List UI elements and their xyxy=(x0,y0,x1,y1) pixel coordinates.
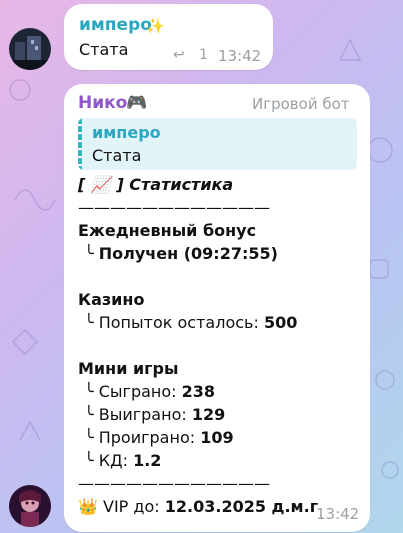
message-author[interactable]: Нико xyxy=(78,93,127,113)
bot-role-label: Игровой бот xyxy=(252,95,350,113)
daily-bonus-row: ╰ Получен (09:27:55) xyxy=(84,244,278,263)
stats-header: [ 📈 ] Статистика xyxy=(78,175,233,194)
mini-row-value: 1.2 xyxy=(133,451,162,470)
daily-bonus-value: Получен (09:27:55) xyxy=(98,244,278,263)
daily-bonus-title: Ежедневный бонус xyxy=(78,221,257,240)
vip-label: VIP до: xyxy=(103,497,160,516)
avatar-image-icon xyxy=(9,28,51,70)
reply-count: 1 xyxy=(199,47,208,63)
message-bubble[interactable]: Нико 🎮 Игровой бот имперо Стата [ 📈 ] Ст… xyxy=(64,84,370,532)
gamepad-icon: 🎮 xyxy=(126,93,148,113)
message-bubble[interactable]: имперо ✨ Стата ↩ 1 13:42 xyxy=(64,4,273,70)
quote-author: имперо xyxy=(92,123,161,142)
author-badge-icon: ✨ xyxy=(146,17,165,35)
tree-branch: ╰ xyxy=(84,428,94,447)
quote-accent-bar xyxy=(78,118,82,170)
mini-row-value: 238 xyxy=(181,382,216,401)
divider: ———————————— xyxy=(78,198,270,217)
divider: ———————————— xyxy=(78,474,270,493)
bracket-open: [ xyxy=(78,175,86,194)
mini-games-row: ╰ Проиграно: 109 xyxy=(84,428,234,447)
message-author[interactable]: имперо xyxy=(79,15,152,35)
mini-games-title: Мини игры xyxy=(78,359,179,378)
mini-games-row: ╰ Сыграно: 238 xyxy=(84,382,215,401)
message-time: 13:42 xyxy=(316,505,360,523)
tree-branch: ╰ xyxy=(84,313,94,332)
casino-row: ╰ Попыток осталось: 500 xyxy=(84,313,297,332)
quote-text: Стата xyxy=(92,146,142,165)
reply-quote[interactable]: имперо Стата xyxy=(78,118,357,170)
casino-value: 500 xyxy=(263,313,298,332)
tree-branch: ╰ xyxy=(84,244,94,263)
mini-row-label: Проиграно: xyxy=(98,428,196,447)
mini-row-value: 129 xyxy=(191,405,226,424)
tree-branch: ╰ xyxy=(84,405,94,424)
vip-row: 👑 VIP до: 12.03.2025 д.м.г xyxy=(78,497,318,516)
casino-title: Казино xyxy=(78,290,145,309)
tree-branch: ╰ xyxy=(84,382,94,401)
avatar[interactable] xyxy=(9,485,51,527)
mini-row-label: Выиграно: xyxy=(98,405,187,424)
message-text: Стата xyxy=(79,40,129,59)
crown-icon: 👑 xyxy=(78,497,98,516)
message-time: 13:42 xyxy=(218,47,262,65)
mini-row-label: Сыграно: xyxy=(98,382,177,401)
casino-label: Попыток осталось: xyxy=(98,313,259,332)
mini-row-value: 109 xyxy=(200,428,234,447)
tree-branch: ╰ xyxy=(84,451,94,470)
stats-title: ] Статистика xyxy=(116,175,234,194)
avatar[interactable] xyxy=(9,28,51,70)
mini-games-row: ╰ Выиграно: 129 xyxy=(84,405,225,424)
vip-value: 12.03.2025 д.м.г xyxy=(164,497,319,516)
reply-arrow-icon[interactable]: ↩ xyxy=(173,47,185,63)
chart-up-icon: 📈 xyxy=(90,175,111,194)
mini-games-row: ╰ КД: 1.2 xyxy=(84,451,161,470)
avatar-image-icon xyxy=(9,485,51,527)
mini-row-label: КД: xyxy=(98,451,128,470)
